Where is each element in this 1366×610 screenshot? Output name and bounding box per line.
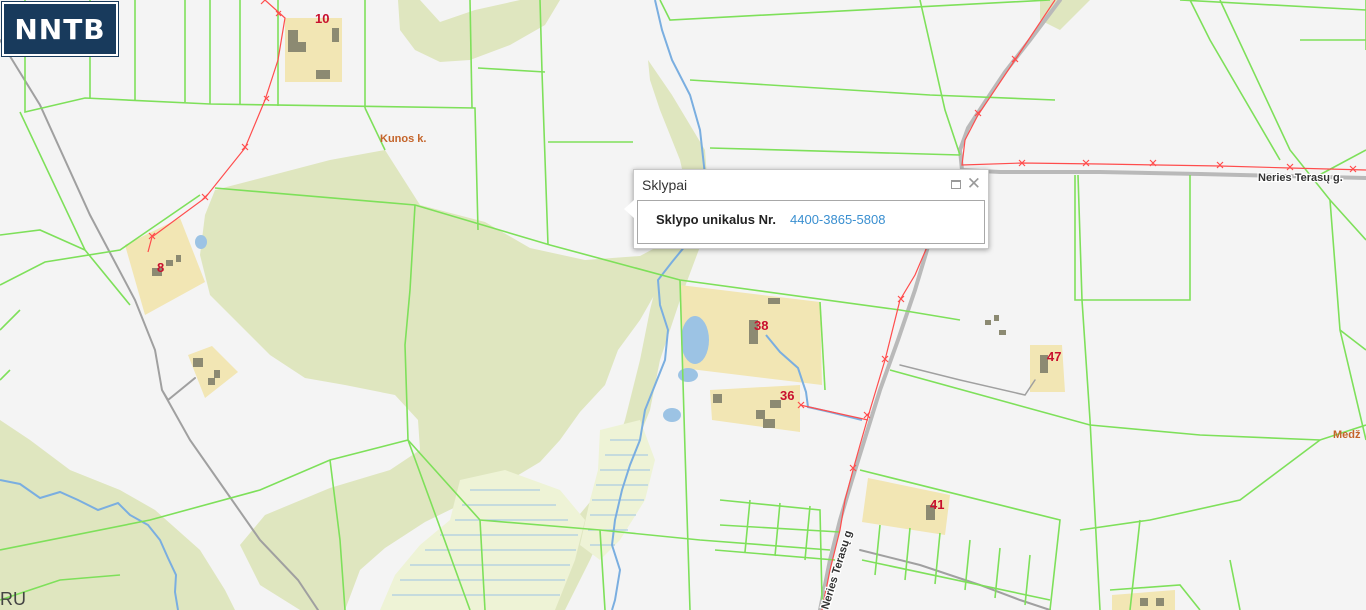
parcel-id-link[interactable]: 4400-3865-5808 bbox=[790, 212, 885, 227]
building bbox=[214, 370, 220, 378]
pond-3 bbox=[663, 408, 681, 422]
popup-title: Sklypai bbox=[642, 177, 688, 193]
map-layers: 10 8 38 36 47 41 Kunos k. Medž Neries Te… bbox=[0, 0, 1366, 610]
house-number-label: 41 bbox=[930, 497, 944, 512]
forest-area-southwest bbox=[0, 420, 235, 610]
parcel-id-label: Sklypo unikalus Nr. bbox=[656, 212, 776, 227]
building bbox=[713, 394, 722, 403]
place-label-medz: Medž bbox=[1333, 429, 1361, 441]
building bbox=[994, 315, 999, 321]
building bbox=[768, 298, 780, 304]
building bbox=[208, 378, 215, 385]
building bbox=[176, 255, 181, 262]
house-number-label: 38 bbox=[754, 318, 768, 333]
map-canvas[interactable]: 10 8 38 36 47 41 Kunos k. Medž Neries Te… bbox=[0, 0, 1366, 610]
road-neries-terasu-north bbox=[957, 0, 1366, 180]
building bbox=[1140, 598, 1148, 606]
building bbox=[999, 330, 1006, 335]
house-number-label: 36 bbox=[780, 388, 794, 403]
building bbox=[316, 70, 330, 79]
building bbox=[193, 358, 203, 367]
place-label-kunos: Kunos k. bbox=[380, 133, 426, 145]
building bbox=[756, 410, 765, 419]
building bbox=[1156, 598, 1164, 606]
building bbox=[166, 260, 173, 266]
pond-4 bbox=[195, 235, 207, 249]
popup-body: Sklypo unikalus Nr. 4400-3865-5808 bbox=[637, 200, 985, 244]
pond-2 bbox=[678, 368, 698, 382]
maximize-icon[interactable] bbox=[951, 180, 961, 189]
parcel-info-popup: Sklypai ✕ Sklypo unikalus Nr. 4400-3865-… bbox=[624, 169, 989, 249]
building bbox=[332, 28, 339, 42]
house-number-label: 47 bbox=[1047, 349, 1061, 364]
popup-header: Sklypai ✕ bbox=[634, 170, 988, 200]
farmstead-west bbox=[188, 346, 238, 398]
building bbox=[292, 42, 306, 52]
house-number-label: 10 bbox=[315, 11, 329, 26]
close-icon[interactable]: ✕ bbox=[967, 175, 981, 193]
popup-pointer bbox=[624, 200, 634, 218]
street-label-neries-terasu-east: Neries Terasų g. bbox=[1258, 172, 1343, 184]
building bbox=[763, 419, 775, 428]
forest-area-north bbox=[398, 0, 560, 62]
edge-label: RU bbox=[0, 589, 26, 609]
pond-1 bbox=[681, 316, 709, 364]
logo-text: NNTB bbox=[14, 12, 106, 46]
nntb-logo: NNTB bbox=[2, 2, 118, 56]
farmstead-8 bbox=[125, 218, 205, 315]
house-number-label: 8 bbox=[157, 260, 164, 275]
building bbox=[985, 320, 991, 325]
